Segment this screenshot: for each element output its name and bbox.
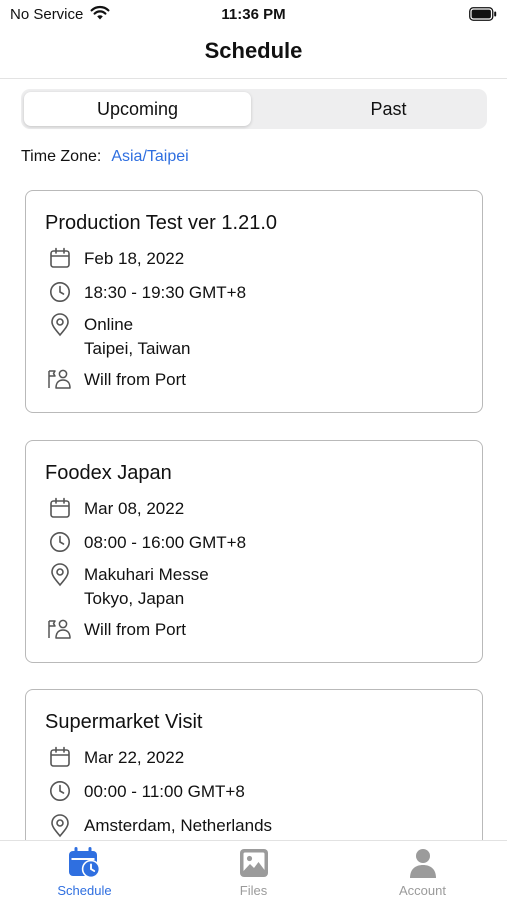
person-icon [338, 846, 507, 880]
clock-icon [45, 281, 75, 305]
event-time: 18:30 - 19:30 GMT+8 [84, 283, 247, 302]
event-card[interactable]: Supermarket Visit Mar 22, 2022 00:00 - 1… [25, 689, 483, 840]
event-location-row: Online Taipei, Taiwan [45, 313, 190, 361]
event-location-line2: Tokyo, Japan [84, 589, 185, 608]
event-location: Online Taipei, Taiwan [84, 313, 190, 361]
tab-schedule-label: Schedule [57, 883, 112, 898]
event-card[interactable]: Production Test ver 1.21.0 Feb 18, 2022 … [25, 190, 483, 413]
event-list[interactable]: Production Test ver 1.21.0 Feb 18, 2022 … [0, 0, 507, 840]
event-host-row: Will from Port [45, 618, 186, 642]
event-time-row: 18:30 - 19:30 GMT+8 [45, 281, 246, 305]
event-time-row: 08:00 - 16:00 GMT+8 [45, 531, 246, 555]
clock-icon [45, 780, 75, 804]
event-location-row: Makuhari Messe Tokyo, Japan [45, 563, 209, 611]
location-pin-icon [45, 814, 75, 838]
event-time: 00:00 - 11:00 GMT+8 [84, 782, 245, 801]
tab-files[interactable]: Files [169, 841, 338, 900]
event-date-row: Mar 08, 2022 [45, 497, 184, 521]
calendar-icon [45, 497, 75, 521]
event-host: Will from Port [84, 370, 186, 389]
event-location-line1: Makuhari Messe [84, 565, 209, 584]
tab-account[interactable]: Account [338, 841, 507, 900]
location-pin-icon [45, 313, 75, 337]
event-location-line2: Taipei, Taiwan [84, 339, 191, 358]
host-person-icon [45, 618, 75, 642]
event-location: Makuhari Messe Tokyo, Japan [84, 563, 209, 611]
event-host-row: Will from Port [45, 368, 186, 392]
tab-files-label: Files [239, 883, 268, 898]
location-pin-icon [45, 563, 75, 587]
event-location-row: Amsterdam, Netherlands [45, 814, 272, 838]
tab-account-label: Account [399, 883, 446, 898]
host-person-icon [45, 368, 75, 392]
calendar-icon [45, 746, 75, 770]
event-title: Production Test ver 1.21.0 [45, 212, 277, 234]
tab-schedule[interactable]: Schedule [0, 841, 169, 900]
event-date: Feb 18, 2022 [84, 249, 185, 268]
event-date-row: Mar 22, 2022 [45, 746, 184, 770]
event-time-row: 00:00 - 11:00 GMT+8 [45, 780, 245, 804]
event-host: Will from Port [84, 620, 186, 639]
event-title: Foodex Japan [45, 462, 172, 484]
tab-bar: Schedule Files Account [0, 840, 507, 900]
calendar-icon [45, 247, 75, 271]
image-icon [169, 846, 338, 880]
calendar-clock-icon [0, 846, 169, 880]
clock-icon [45, 531, 75, 555]
event-time: 08:00 - 16:00 GMT+8 [84, 533, 247, 552]
event-date-row: Feb 18, 2022 [45, 247, 184, 271]
event-title: Supermarket Visit [45, 711, 203, 733]
event-location: Amsterdam, Netherlands [84, 814, 272, 838]
event-date: Mar 08, 2022 [84, 499, 185, 518]
event-location-line1: Online [84, 315, 134, 334]
event-card[interactable]: Foodex Japan Mar 08, 2022 08:00 - 16:00 … [25, 440, 483, 663]
event-date: Mar 22, 2022 [84, 748, 185, 767]
event-location-line1: Amsterdam, Netherlands [84, 816, 273, 835]
